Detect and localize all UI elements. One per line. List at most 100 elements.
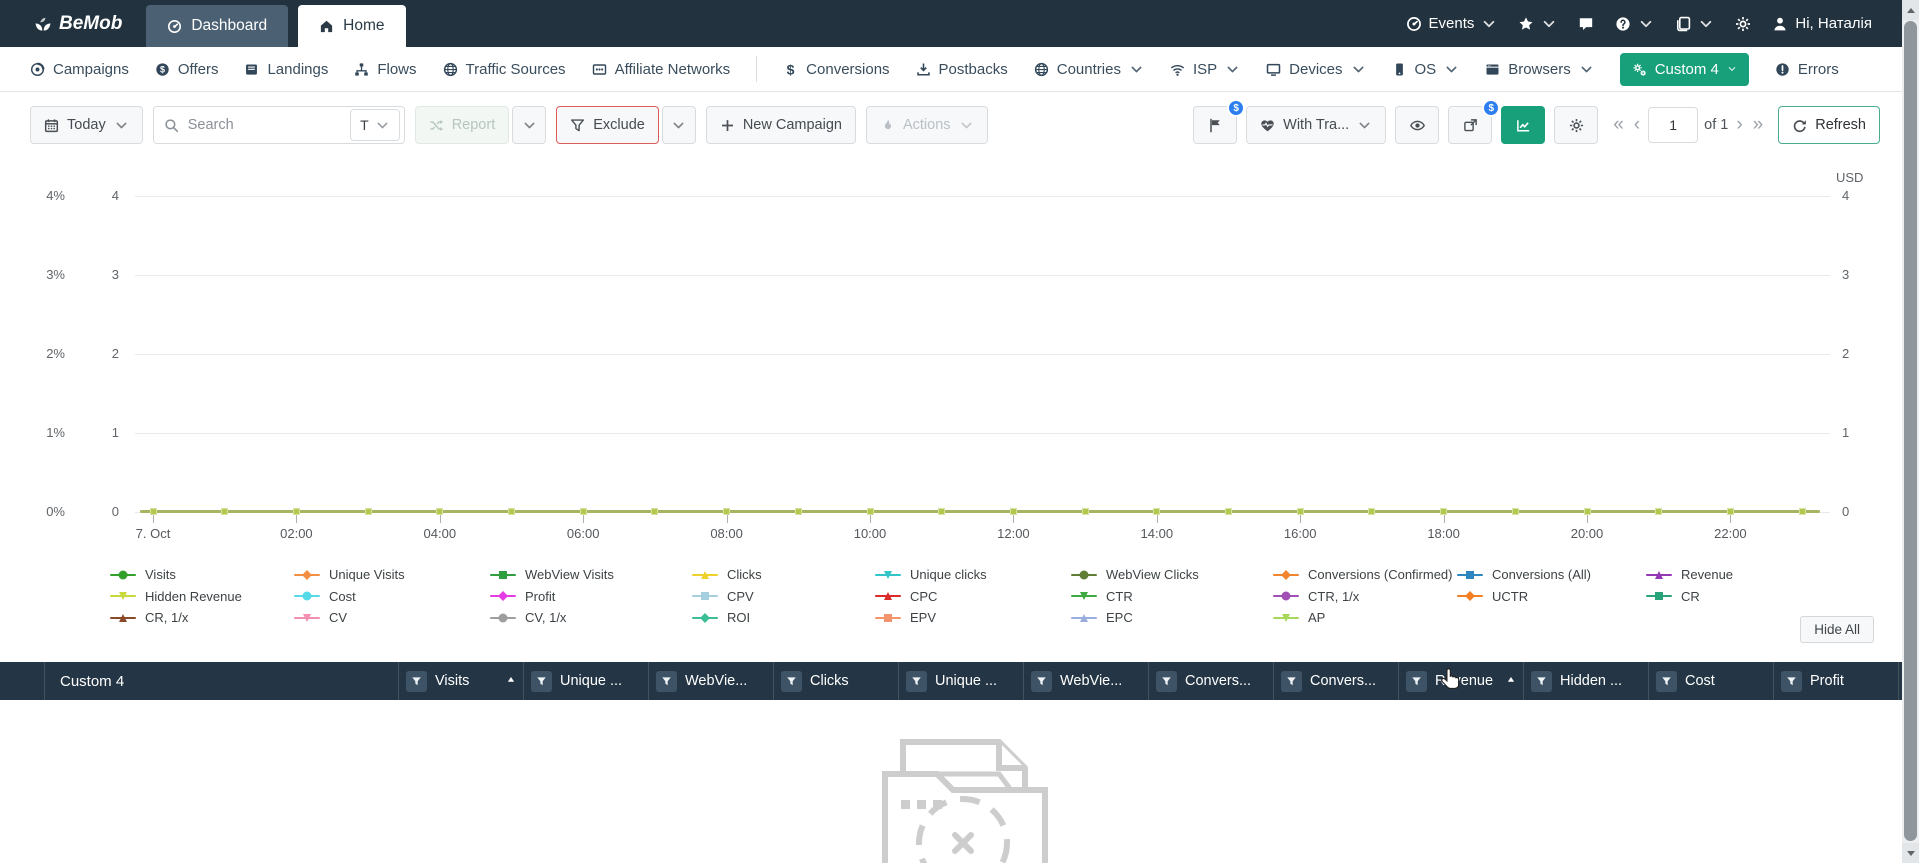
nav-item-flows[interactable]: Flows — [354, 61, 417, 78]
first-page-button[interactable]: « — [1611, 114, 1626, 136]
data-point-marker[interactable] — [651, 508, 659, 515]
bemob-logo[interactable]: BeMob — [0, 0, 146, 47]
nav-custom-4-button[interactable]: Custom 4 — [1619, 52, 1749, 86]
exclude-button[interactable]: Exclude — [556, 106, 659, 144]
legend-item-ap[interactable]: AP — [1273, 607, 1457, 629]
settings-button[interactable] — [1554, 106, 1599, 144]
filter-chip[interactable] — [1281, 670, 1302, 692]
legend-item-webview-clicks[interactable]: WebView Clicks — [1071, 564, 1273, 586]
column-header-webvie[interactable]: WebVie... — [1023, 662, 1148, 700]
last-page-button[interactable]: » — [1751, 114, 1766, 136]
filter-chip[interactable] — [406, 670, 427, 692]
scroll-up-button[interactable] — [1902, 0, 1919, 20]
column-header-profit[interactable]: Profit — [1773, 662, 1898, 700]
data-point-marker[interactable] — [221, 508, 229, 515]
data-point-marker[interactable] — [1440, 508, 1448, 515]
data-point-marker[interactable] — [866, 508, 874, 515]
data-point-marker[interactable] — [1296, 508, 1304, 515]
legend-item-conversions-all[interactable]: Conversions (All) — [1457, 564, 1646, 586]
nav-item-conversions[interactable]: $ Conversions — [783, 61, 890, 78]
filter-chip[interactable] — [781, 670, 802, 692]
data-point-marker[interactable] — [1153, 508, 1161, 515]
scrollbar-thumb[interactable] — [1904, 21, 1917, 841]
column-header-webvie[interactable]: WebVie... — [648, 662, 773, 700]
data-point-marker[interactable] — [1368, 508, 1376, 515]
data-point-marker[interactable] — [1225, 508, 1232, 515]
actions-button[interactable]: Actions — [865, 106, 988, 144]
legend-item-cv[interactable]: CV — [294, 607, 490, 629]
date-range-button[interactable]: Today — [30, 106, 143, 144]
user-menu[interactable]: Hi, Наталія — [1772, 15, 1872, 32]
legend-item-cv-1-x[interactable]: CV, 1/x — [490, 607, 692, 629]
data-point-marker[interactable] — [1009, 508, 1017, 515]
nav-item-os[interactable]: OS — [1392, 61, 1460, 78]
refresh-button[interactable]: Refresh — [1778, 106, 1880, 144]
prev-page-button[interactable]: ‹ — [1632, 114, 1642, 136]
data-point-marker[interactable] — [149, 508, 157, 515]
topbar-help-button[interactable] — [1615, 16, 1654, 32]
data-point-marker[interactable] — [1081, 508, 1089, 515]
nav-item-countries[interactable]: Countries — [1034, 61, 1144, 78]
data-point-marker[interactable] — [1655, 508, 1663, 515]
legend-item-unique-clicks[interactable]: Unique clicks — [875, 564, 1071, 586]
exclude-dropdown-button[interactable] — [661, 106, 696, 144]
filter-chip[interactable] — [906, 670, 927, 692]
legend-item-cpv[interactable]: CPV — [692, 586, 875, 608]
nav-item-traffic-sources[interactable]: Traffic Sources — [443, 61, 566, 78]
events-menu[interactable]: Events — [1406, 15, 1498, 32]
topbar-chat-button[interactable] — [1578, 16, 1594, 32]
data-point-marker[interactable] — [508, 508, 515, 515]
data-point-marker[interactable] — [1726, 508, 1734, 515]
legend-item-conversions-confirmed[interactable]: Conversions (Confirmed) — [1273, 564, 1457, 586]
data-point-marker[interactable] — [794, 508, 802, 515]
data-point-marker[interactable] — [436, 508, 444, 515]
tab-dashboard[interactable]: Dashboard — [146, 5, 289, 47]
legend-item-epc[interactable]: EPC — [1071, 607, 1273, 629]
report-dropdown-button[interactable] — [512, 106, 547, 144]
nav-item-landings[interactable]: Landings — [244, 61, 328, 78]
column-header-convers[interactable]: Convers... — [1273, 662, 1398, 700]
nav-item-isp[interactable]: ISP — [1170, 61, 1240, 78]
search-type-selector[interactable]: T — [350, 109, 400, 141]
nav-item-postbacks[interactable]: Postbacks — [916, 61, 1008, 78]
legend-item-cr-1-x[interactable]: CR, 1/x — [110, 607, 294, 629]
filter-chip[interactable] — [1406, 670, 1427, 692]
topbar-star-button[interactable] — [1518, 16, 1557, 32]
legend-item-unique-visits[interactable]: Unique Visits — [294, 564, 490, 586]
nav-item-campaigns[interactable]: Campaigns — [30, 61, 129, 78]
nav-item-devices[interactable]: Devices — [1266, 61, 1365, 78]
nav-item-errors[interactable]: Errors — [1775, 61, 1839, 78]
data-point-marker[interactable] — [579, 508, 587, 515]
legend-item-profit[interactable]: Profit — [490, 586, 692, 608]
legend-item-cost[interactable]: Cost — [294, 586, 490, 608]
legend-item-revenue[interactable]: Revenue — [1646, 564, 1816, 586]
report-button[interactable]: Report — [414, 106, 510, 144]
eye-button[interactable] — [1395, 106, 1440, 144]
data-point-marker[interactable] — [1798, 508, 1806, 515]
filter-chip[interactable] — [656, 670, 677, 692]
data-point-marker[interactable] — [364, 508, 372, 515]
legend-item-visits[interactable]: Visits — [110, 564, 294, 586]
filter-chip[interactable] — [1031, 670, 1052, 692]
filter-chip[interactable] — [1781, 670, 1802, 692]
traffic-filter-button[interactable]: With Tra... — [1246, 106, 1387, 144]
legend-item-ctr[interactable]: CTR — [1071, 586, 1273, 608]
scroll-down-button[interactable] — [1902, 843, 1919, 863]
filter-chip[interactable] — [1531, 670, 1552, 692]
column-header-convers[interactable]: Convers... — [1148, 662, 1273, 700]
chart-toggle-button[interactable] — [1501, 106, 1546, 144]
legend-item-hidden-revenue[interactable]: Hidden Revenue — [110, 586, 294, 608]
filter-chip[interactable] — [1656, 670, 1677, 692]
nav-item-offers[interactable]: $ Offers — [155, 61, 218, 78]
column-header-clicks[interactable]: Clicks — [773, 662, 898, 700]
nav-item-affiliate-networks[interactable]: Affiliate Networks — [592, 61, 730, 78]
column-header-unique[interactable]: Unique ... — [523, 662, 648, 700]
column-header-unique[interactable]: Unique ... — [898, 662, 1023, 700]
legend-item-cpc[interactable]: CPC — [875, 586, 1071, 608]
table-group-header[interactable]: Custom 4 — [45, 662, 398, 700]
data-point-marker[interactable] — [292, 508, 300, 515]
legend-item-cr[interactable]: CR — [1646, 586, 1816, 608]
legend-item-webview-visits[interactable]: WebView Visits — [490, 564, 692, 586]
data-point-marker[interactable] — [723, 508, 731, 515]
legend-item-roi[interactable]: ROI — [692, 607, 875, 629]
